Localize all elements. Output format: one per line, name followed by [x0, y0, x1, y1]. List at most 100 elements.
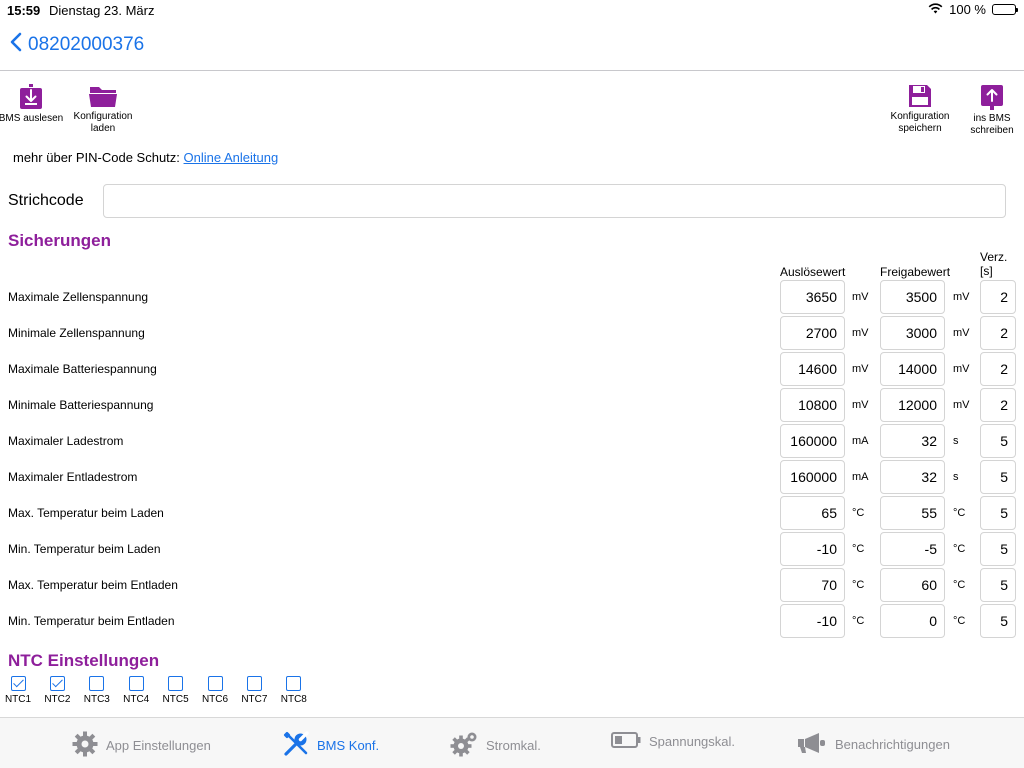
- protection-row: Min. Temperatur beim Entladen °C °C: [0, 604, 1024, 638]
- trigger-value-input[interactable]: [780, 388, 845, 422]
- barcode-input[interactable]: [103, 184, 1006, 218]
- delay-value-input[interactable]: [980, 316, 1016, 350]
- delay-value-input[interactable]: [980, 568, 1016, 602]
- tab-bar: App Einstellungen BMS Konf. Stromkal. Sp…: [0, 717, 1024, 768]
- checkbox-icon: [168, 676, 184, 691]
- read-bms-label: BMS auslesen: [0, 113, 64, 124]
- protection-label: Maximaler Ladestrom: [8, 434, 124, 448]
- wrench-screwdriver-icon: [283, 731, 309, 760]
- protection-label: Maximaler Entladestrom: [8, 470, 138, 484]
- release-value-input[interactable]: [880, 532, 945, 566]
- load-config-button[interactable]: Konfiguration laden: [68, 84, 138, 135]
- release-value-input[interactable]: [880, 496, 945, 530]
- delay-value-input[interactable]: [980, 460, 1016, 494]
- protection-row: Maximale Zellenspannung mV mV: [0, 280, 1024, 314]
- battery-outline-icon: [611, 731, 641, 752]
- app-root: 15:59 Dienstag 23. März 100 % 0820200037…: [0, 0, 1024, 768]
- release-value-input[interactable]: [880, 316, 945, 350]
- trigger-unit: °C: [852, 615, 865, 627]
- ntc-checkbox-8[interactable]: NTC8: [276, 676, 312, 705]
- delay-value-input[interactable]: [980, 280, 1016, 314]
- trigger-unit: °C: [852, 543, 865, 555]
- battery-icon: [992, 4, 1018, 15]
- protection-row: Maximaler Ladestrom mA s: [0, 424, 1024, 458]
- delay-value-input[interactable]: [980, 388, 1016, 422]
- release-value-input[interactable]: [880, 460, 945, 494]
- checkbox-icon: [89, 676, 105, 691]
- trigger-value-input[interactable]: [780, 280, 845, 314]
- read-bms-button[interactable]: BMS auslesen: [0, 84, 66, 125]
- release-value-input[interactable]: [880, 604, 945, 638]
- ntc-label: NTC4: [123, 694, 150, 705]
- protection-label: Min. Temperatur beim Entladen: [8, 614, 175, 628]
- trigger-unit: mV: [852, 363, 869, 375]
- protections-title: Sicherungen: [8, 231, 111, 250]
- trigger-value-input[interactable]: [780, 496, 845, 530]
- release-value-input[interactable]: [880, 424, 945, 458]
- protection-row: Maximale Batteriespannung mV mV: [0, 352, 1024, 386]
- trigger-value-input[interactable]: [780, 532, 845, 566]
- back-button[interactable]: 08202000376: [10, 32, 144, 58]
- ntc-label: NTC8: [280, 694, 307, 705]
- trigger-value-input[interactable]: [780, 568, 845, 602]
- checkbox-icon: [128, 676, 144, 691]
- trigger-unit: mV: [852, 327, 869, 339]
- trigger-value-input[interactable]: [780, 352, 845, 386]
- online-guide-link[interactable]: Online Anleitung: [184, 150, 279, 165]
- protection-row: Max. Temperatur beim Laden °C °C: [0, 496, 1024, 530]
- tab-notifications[interactable]: Benachrichtigungen: [797, 731, 950, 758]
- tab-current-calibration-label: Stromkal.: [486, 738, 541, 753]
- ntc-checkbox-7[interactable]: NTC7: [236, 676, 272, 705]
- release-unit: °C: [953, 615, 966, 627]
- delay-value-input[interactable]: [980, 424, 1016, 458]
- write-bms-button[interactable]: ins BMS schreiben: [957, 84, 1024, 137]
- chevron-left-icon: [10, 32, 28, 58]
- trigger-value-input[interactable]: [780, 460, 845, 494]
- delay-value-input[interactable]: [980, 532, 1016, 566]
- tab-notifications-label: Benachrichtigungen: [835, 737, 950, 752]
- ntc-label: NTC1: [4, 694, 32, 705]
- trigger-unit: mV: [852, 291, 869, 303]
- tab-bms-config[interactable]: BMS Konf.: [283, 731, 379, 760]
- ntc-checkbox-3[interactable]: NTC3: [79, 676, 115, 705]
- save-config-button[interactable]: Konfiguration speichern: [885, 84, 955, 135]
- ntc-checkbox-6[interactable]: NTC6: [197, 676, 233, 705]
- checkbox-icon: [246, 676, 262, 691]
- ntc-label: NTC3: [83, 694, 110, 705]
- release-value-input[interactable]: [880, 280, 945, 314]
- tab-voltage-calibration[interactable]: Spannungskal.: [611, 731, 735, 752]
- trigger-value-input[interactable]: [780, 316, 845, 350]
- trigger-unit: °C: [852, 507, 865, 519]
- trigger-value-input[interactable]: [780, 604, 845, 638]
- delay-value-input[interactable]: [980, 352, 1016, 386]
- navigation-bar: 08202000376: [0, 20, 1024, 71]
- battery-percent: 100 %: [949, 2, 986, 17]
- pin-info: mehr über PIN-Code Schutz: Online Anleit…: [13, 150, 278, 165]
- ntc-checkbox-5[interactable]: NTC5: [158, 676, 194, 705]
- tab-app-settings[interactable]: App Einstellungen: [72, 731, 211, 760]
- delay-header: Verz. [s]: [980, 250, 1008, 278]
- protection-label: Min. Temperatur beim Laden: [8, 542, 161, 556]
- ntc-checkbox-1[interactable]: NTC1: [0, 676, 36, 705]
- release-value-input[interactable]: [880, 352, 945, 386]
- ntc-checkbox-4[interactable]: NTC4: [118, 676, 154, 705]
- ntc-label: NTC5: [162, 694, 189, 705]
- tab-current-calibration[interactable]: Stromkal.: [450, 731, 541, 760]
- gear-icon: [72, 731, 98, 760]
- delay-value-input[interactable]: [980, 604, 1016, 638]
- save-config-label: Konfiguration speichern: [890, 111, 950, 134]
- protection-row: Min. Temperatur beim Laden °C °C: [0, 532, 1024, 566]
- delay-value-input[interactable]: [980, 496, 1016, 530]
- ntc-checkbox-2[interactable]: NTC2: [39, 676, 75, 705]
- tab-bms-config-label: BMS Konf.: [317, 738, 380, 753]
- release-value-input[interactable]: [880, 568, 945, 602]
- folder-icon: [68, 84, 138, 108]
- trigger-value-input[interactable]: [780, 424, 845, 458]
- tab-voltage-calibration-label: Spannungskal.: [649, 734, 736, 749]
- protection-label: Max. Temperatur beim Entladen: [8, 578, 178, 592]
- pin-info-text: mehr über PIN-Code Schutz:: [13, 150, 180, 165]
- release-value-input[interactable]: [880, 388, 945, 422]
- protection-label: Maximale Zellenspannung: [8, 290, 149, 304]
- gears-icon: [450, 731, 478, 760]
- trigger-unit: mA: [852, 435, 869, 447]
